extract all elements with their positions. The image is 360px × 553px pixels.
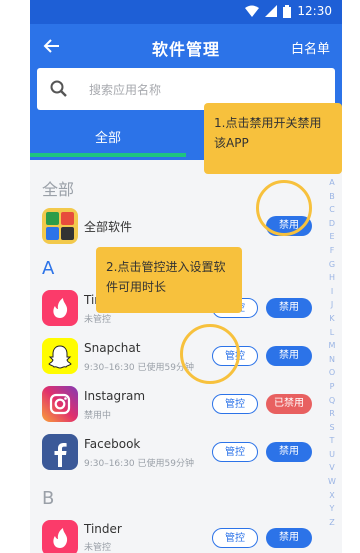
alphabet-letter[interactable]: U xyxy=(326,448,338,462)
alphabet-letter[interactable]: Y xyxy=(326,502,338,516)
alphabet-letter[interactable]: I xyxy=(326,285,338,299)
app-status: 9:30–16:30 已使用59分钟 xyxy=(84,459,194,469)
alphabet-letter[interactable]: H xyxy=(326,271,338,285)
battery-icon xyxy=(283,4,292,18)
section-header-b: B xyxy=(42,488,55,509)
app-name: Snapchat xyxy=(84,341,141,355)
search-placeholder: 搜索应用名称 xyxy=(89,83,162,97)
search-icon xyxy=(50,80,67,97)
tinder-icon xyxy=(42,520,78,553)
instagram-icon xyxy=(42,386,78,422)
alphabet-letter[interactable]: Q xyxy=(326,394,338,408)
facebook-icon xyxy=(42,434,78,470)
snapchat-icon xyxy=(42,338,78,374)
app-name: Facebook xyxy=(84,437,141,451)
alphabet-letter[interactable]: F xyxy=(326,244,338,258)
alphabet-letter[interactable]: L xyxy=(326,326,338,340)
list-item-instagram: Instagram 禁用中 管控 已禁用 xyxy=(30,380,330,428)
alphabet-letter[interactable]: A xyxy=(326,176,338,190)
status-time: 12:30 xyxy=(297,4,332,18)
disable-button[interactable]: 禁用 xyxy=(266,346,312,366)
tab-indicator xyxy=(30,153,186,157)
app-status: 9:30–16:30 已使用59分钟 xyxy=(84,363,194,373)
tinder-icon xyxy=(42,290,78,326)
alphabet-letter[interactable]: D xyxy=(326,217,338,231)
signal-icon xyxy=(265,5,278,17)
alphabet-letter[interactable]: P xyxy=(326,380,338,394)
alphabet-letter[interactable]: C xyxy=(326,203,338,217)
alphabet-letter[interactable]: K xyxy=(326,312,338,326)
disable-button[interactable]: 禁用 xyxy=(266,442,312,462)
section-header-a: A xyxy=(42,258,55,279)
alphabet-letter[interactable]: T xyxy=(326,434,338,448)
alphabet-letter[interactable]: X xyxy=(326,489,338,503)
alphabet-letter[interactable]: Z xyxy=(326,516,338,530)
all-software-icon xyxy=(42,208,78,244)
disable-button[interactable]: 禁用 xyxy=(266,298,312,318)
app-status: 未管控 xyxy=(84,543,112,553)
app-name: 全部软件 xyxy=(84,220,133,234)
manage-button[interactable]: 管控 xyxy=(212,394,258,414)
app-name: Instagram xyxy=(84,389,146,403)
disable-button[interactable]: 禁用 xyxy=(266,528,312,548)
alphabet-letter[interactable]: W xyxy=(326,475,338,489)
wifi-icon xyxy=(245,5,260,17)
list-item-tinder-b: Tinder 未管控 管控 禁用 xyxy=(30,516,330,553)
highlight-ring-disable xyxy=(256,180,312,236)
alphabet-letter[interactable]: S xyxy=(326,421,338,435)
manage-button[interactable]: 管控 xyxy=(212,442,258,462)
alphabet-letter[interactable]: R xyxy=(326,407,338,421)
alphabet-letter[interactable]: N xyxy=(326,353,338,367)
app-name: Tinder xyxy=(84,522,122,536)
alphabet-letter[interactable]: J xyxy=(326,298,338,312)
manage-button[interactable]: 管控 xyxy=(212,528,258,548)
app-status: 禁用中 xyxy=(84,411,112,421)
disabled-button[interactable]: 已禁用 xyxy=(266,394,312,414)
whitelist-button[interactable]: 白名单 xyxy=(291,38,330,57)
tooltip-disable-hint: 1.点击禁用开关禁用该APP xyxy=(204,103,342,174)
alphabet-index[interactable]: ABCDEFGHIJKLMNOPQRSTUVWXYZ xyxy=(326,176,338,529)
app-list: 全部 全部软件 禁用 A Tinder 未管控 管控 禁用 xyxy=(30,160,342,553)
app-bar: 软件管理 白名单 xyxy=(30,24,342,68)
tooltip-manage-hint: 2.点击管控进入设置软件可用时长 xyxy=(96,247,242,313)
alphabet-letter[interactable]: E xyxy=(326,230,338,244)
list-item-facebook: Facebook 9:30–16:30 已使用59分钟 管控 禁用 xyxy=(30,428,330,476)
section-header-all: 全部 xyxy=(42,180,75,199)
highlight-ring-manage xyxy=(180,324,240,384)
status-bar: 12:30 xyxy=(30,0,342,24)
app-status: 未管控 xyxy=(84,315,112,325)
alphabet-letter[interactable]: M xyxy=(326,339,338,353)
alphabet-letter[interactable]: G xyxy=(326,258,338,272)
alphabet-letter[interactable]: O xyxy=(326,366,338,380)
alphabet-letter[interactable]: V xyxy=(326,461,338,475)
alphabet-letter[interactable]: B xyxy=(326,190,338,204)
